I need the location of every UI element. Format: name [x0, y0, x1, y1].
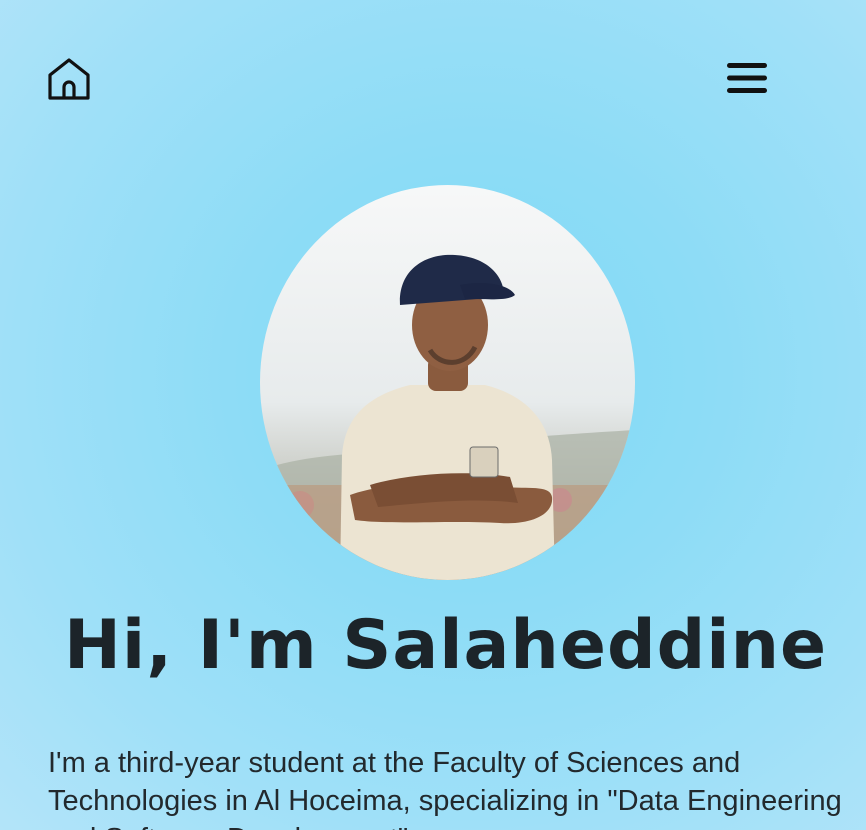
- intro-paragraph: I'm a third-year student at the Faculty …: [48, 747, 842, 830]
- hamburger-menu-icon: [727, 63, 767, 93]
- menu-button[interactable]: [725, 60, 769, 96]
- page-title: Hi, I'm Salaheddine: [64, 606, 828, 685]
- home-icon: [48, 58, 90, 100]
- profile-photo: [260, 185, 635, 580]
- home-button[interactable]: [46, 56, 92, 102]
